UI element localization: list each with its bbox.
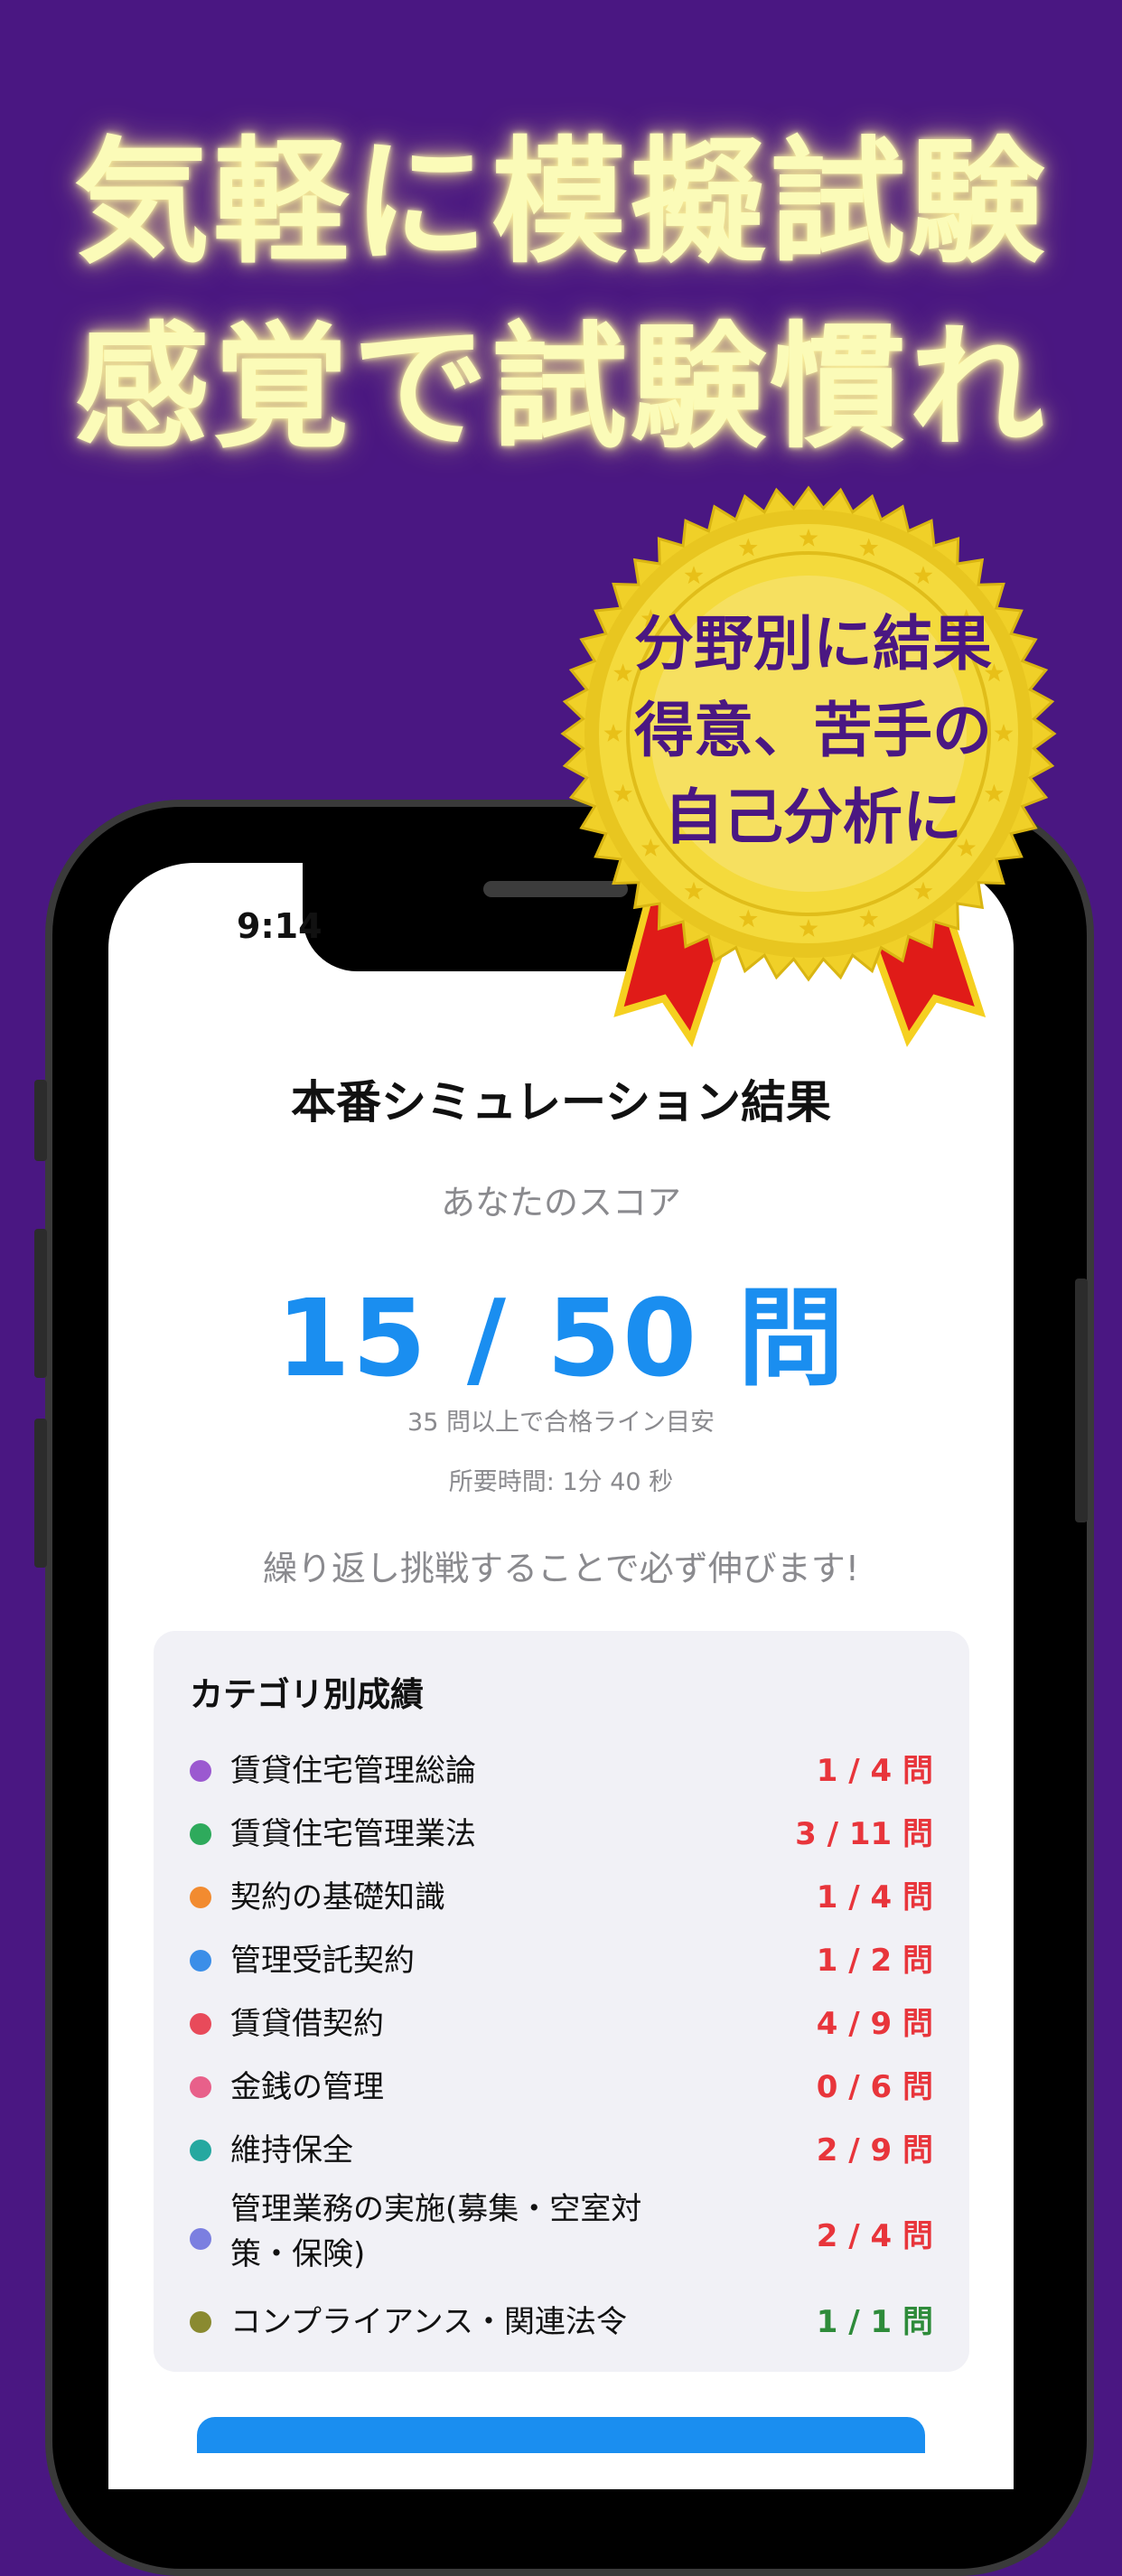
score-label: あなたのスコア bbox=[440, 1183, 681, 1222]
headline-line-2: 感覚で試験慣れ bbox=[73, 310, 1048, 467]
category-dot-icon bbox=[190, 2140, 211, 2161]
category-name: 賃貸住宅管理総論 bbox=[230, 1753, 476, 1789]
category-name: 契約の基礎知識 bbox=[230, 1879, 445, 1916]
category-score: 4 / 9 問 bbox=[816, 2006, 933, 2042]
category-name: 維持保全 bbox=[230, 2132, 353, 2169]
category-name: 管理業務の実施(募集・空室対策・保険) bbox=[230, 2191, 642, 2272]
category-score: 1 / 2 問 bbox=[816, 1943, 933, 1979]
elapsed-time: 所要時間: 1分 40 秒 bbox=[448, 1468, 674, 1496]
category-score: 1 / 4 問 bbox=[816, 1753, 933, 1789]
badge-line-3: 自己分析に bbox=[664, 782, 962, 852]
badge-text: 分野別に結果 得意、苦手の 自己分析に bbox=[578, 601, 1048, 861]
category-row: 管理業務の実施(募集・空室対策・保険) 2 / 4 問 bbox=[190, 2187, 933, 2286]
category-score: 2 / 9 問 bbox=[816, 2132, 933, 2169]
score-value: 15 / 50 問 bbox=[276, 1276, 846, 1400]
category-results-title: カテゴリ別成績 bbox=[190, 1675, 424, 1714]
category-dot-icon bbox=[190, 2311, 211, 2333]
category-dot-icon bbox=[190, 1887, 211, 1908]
category-score: 0 / 6 問 bbox=[816, 2069, 933, 2105]
category-name: 賃貸住宅管理業法 bbox=[230, 1816, 476, 1852]
headline-line-1: 気軽に模擬試験 bbox=[73, 125, 1048, 282]
category-score: 2 / 4 問 bbox=[816, 2218, 933, 2254]
category-results-card: カテゴリ別成績 賃貸住宅管理総論 1 / 4 問 賃貸住宅管理業法 3 / 11… bbox=[154, 1631, 969, 2372]
category-score: 1 / 4 問 bbox=[816, 1879, 933, 1916]
category-dot-icon bbox=[190, 1760, 211, 1782]
category-name: 管理受託契約 bbox=[230, 1943, 415, 1979]
badge-line-1: 分野別に結果 bbox=[634, 609, 992, 679]
category-score: 1 / 1 問 bbox=[816, 2304, 933, 2340]
category-dot-icon bbox=[190, 2076, 211, 2098]
status-time: 9:14 bbox=[237, 906, 323, 946]
category-name: 金銭の管理 bbox=[230, 2069, 384, 2105]
encouragement-text: 繰り返し挑戦することで必ず伸びます! bbox=[262, 1549, 860, 1588]
badge-line-2: 得意、苦手の bbox=[634, 696, 992, 765]
pass-line-note: 35 問以上で合格ライン目安 bbox=[407, 1409, 715, 1437]
category-dot-icon bbox=[190, 2013, 211, 2035]
action-button[interactable] bbox=[197, 2417, 925, 2453]
category-dot-icon bbox=[190, 2228, 211, 2250]
category-dot-icon bbox=[190, 1823, 211, 1845]
category-name: コンプライアンス・関連法令 bbox=[230, 2304, 627, 2340]
category-score: 3 / 11 問 bbox=[795, 1816, 933, 1852]
category-name: 賃貸借契約 bbox=[230, 2006, 384, 2042]
category-dot-icon bbox=[190, 1950, 211, 1972]
